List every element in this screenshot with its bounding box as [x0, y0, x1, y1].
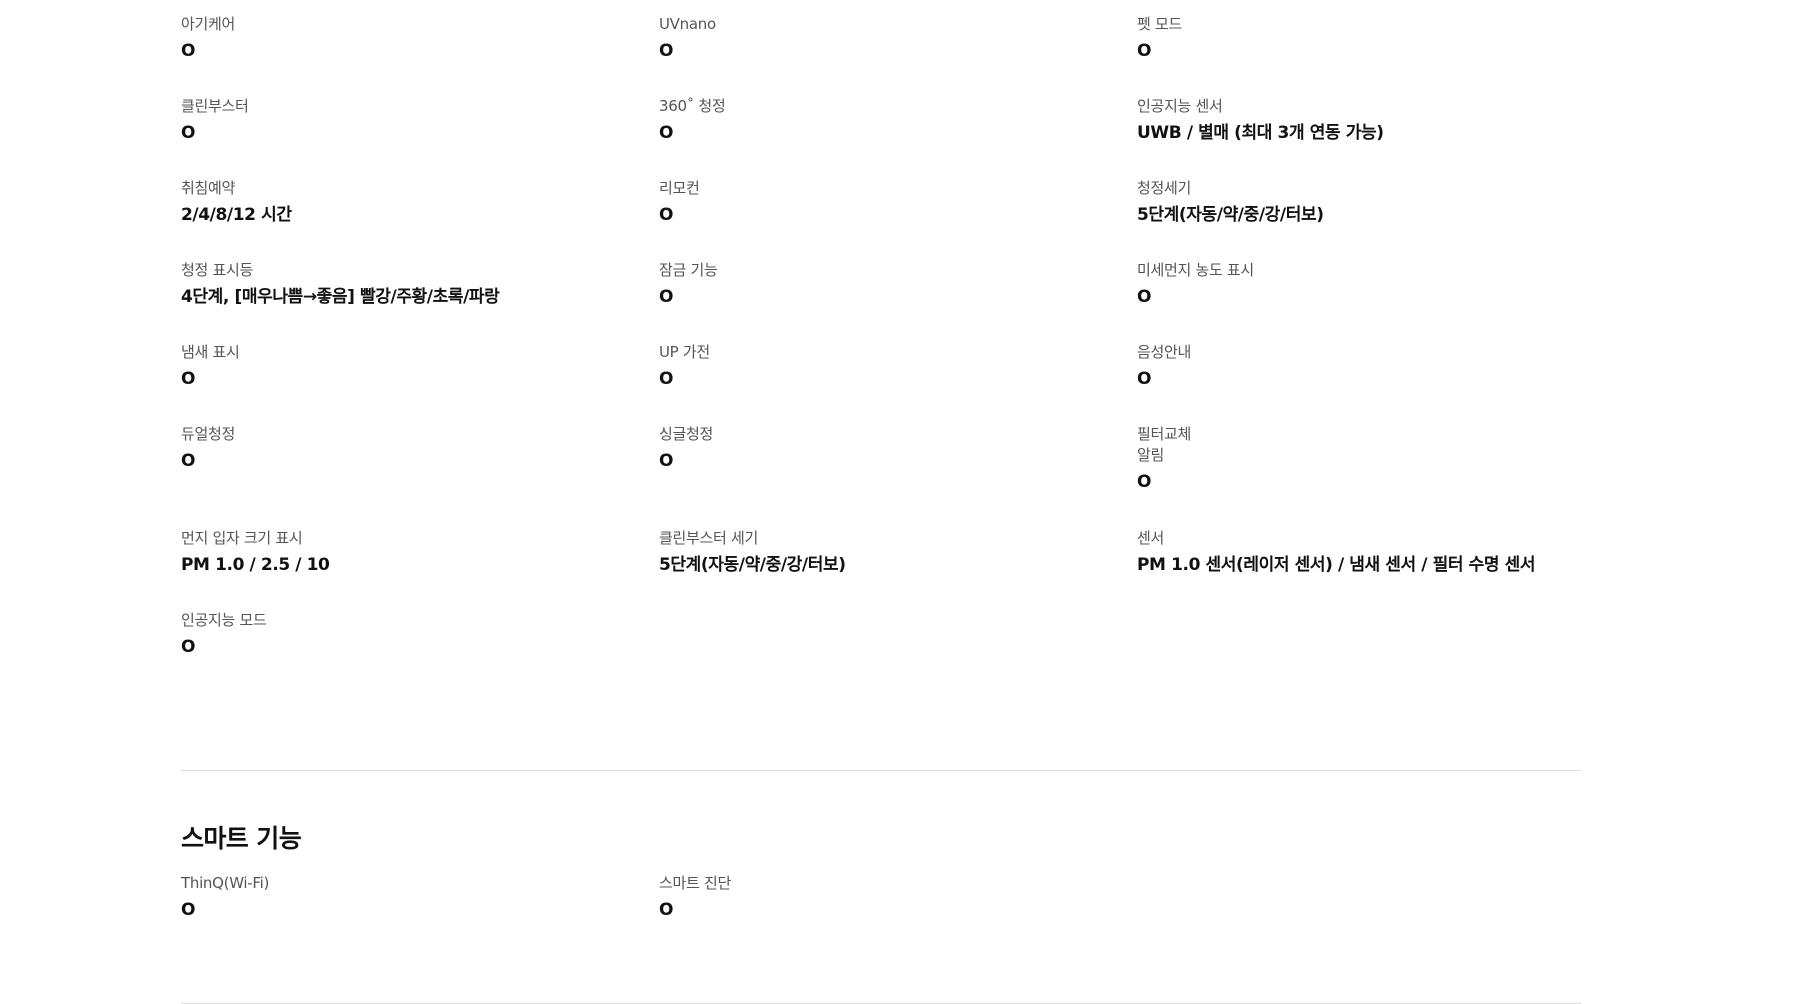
- spec-item: 센서 PM 1.0 센서(레이저 센서) / 냄새 센서 / 필터 수명 센서: [1137, 528, 1581, 610]
- spec-value: 5단계(자동/약/중/강/터보): [1137, 205, 1324, 225]
- spec-label: 스마트 진단: [659, 874, 731, 892]
- spec-item: 먼지 입자 크기 표시 PM 1.0 / 2.5 / 10: [181, 528, 659, 610]
- spec-label: 센서: [1137, 529, 1165, 547]
- spec-item: 펫 모드 O: [1137, 14, 1581, 96]
- spec-label: 청정세기: [1137, 179, 1192, 197]
- spec-value: O: [1137, 287, 1152, 307]
- spec-label: 아기케어: [181, 15, 236, 33]
- spec-value: O: [659, 205, 674, 225]
- spec-label: 음성안내: [1137, 343, 1192, 361]
- spec-container: 아기케어 O UVnano O 펫 모드 O 클린부스터 O 360˚ 청정 O 인공지능 센서 UW…: [181, 0, 1581, 1004]
- spec-value: O: [659, 451, 674, 471]
- spec-label: UVnano: [659, 15, 716, 33]
- spec-label: 미세먼지 농도 표시: [1137, 261, 1254, 279]
- spec-item: UP 가전 O: [659, 342, 1137, 424]
- spec-item: 청정세기 5단계(자동/약/중/강/터보): [1137, 178, 1581, 260]
- spec-label: 취침예약: [181, 179, 236, 197]
- spec-value: O: [181, 637, 196, 657]
- spec-item: 아기케어 O: [181, 14, 659, 96]
- spec-value: PM 1.0 / 2.5 / 10: [181, 555, 330, 575]
- spec-label: 먼지 입자 크기 표시: [181, 529, 303, 547]
- spec-label: 인공지능 센서: [1137, 97, 1223, 115]
- spec-item: 싱글청정 O: [659, 424, 1137, 528]
- spec-value: O: [659, 900, 674, 920]
- spec-value: 5단계(자동/약/중/강/터보): [659, 555, 846, 575]
- spec-label: 냄새 표시: [181, 343, 240, 361]
- spec-item: UVnano O: [659, 14, 1137, 96]
- spec-grid: 아기케어 O UVnano O 펫 모드 O 클린부스터 O 360˚ 청정 O 인공지능 센서 UW…: [181, 0, 1581, 692]
- spec-item: 스마트 진단 O: [659, 873, 1137, 955]
- spec-value: O: [181, 123, 196, 143]
- spec-value: O: [659, 41, 674, 61]
- spec-value: O: [181, 41, 196, 61]
- spec-item: 미세먼지 농도 표시 O: [1137, 260, 1581, 342]
- section-title-smart: 스마트 기능: [181, 824, 302, 853]
- spec-item: 360˚ 청정 O: [659, 96, 1137, 178]
- spec-item: 듀얼청정 O: [181, 424, 659, 528]
- spec-value: UWB / 별매 (최대 3개 연동 가능): [1137, 123, 1384, 143]
- spec-value: O: [181, 451, 196, 471]
- spec-value: PM 1.0 센서(레이저 센서) / 냄새 센서 / 필터 수명 센서: [1137, 555, 1536, 575]
- spec-value: O: [181, 900, 196, 920]
- spec-label: 잠금 기능: [659, 261, 718, 279]
- spec-item: 냄새 표시 O: [181, 342, 659, 424]
- spec-label: 360˚ 청정: [659, 97, 726, 115]
- spec-label: 리모컨: [659, 179, 700, 197]
- spec-value: O: [181, 369, 196, 389]
- spec-item: ThinQ(Wi-Fi) O: [181, 873, 659, 955]
- spec-value: O: [659, 287, 674, 307]
- spec-label: 청정 표시등: [181, 261, 253, 279]
- spec-label: 듀얼청정: [181, 425, 236, 443]
- spec-label: 인공지능 모드: [181, 611, 267, 629]
- spec-item: 청정 표시등 4단계, [매우나쁨→좋음] 빨강/주황/초록/파랑: [181, 260, 659, 342]
- spec-value: O: [659, 123, 674, 143]
- spec-value: 4단계, [매우나쁨→좋음] 빨강/주황/초록/파랑: [181, 287, 500, 307]
- spec-label: 클린부스터 세기: [659, 529, 758, 547]
- spec-item: 필터교체 알림 O: [1137, 424, 1581, 528]
- spec-item: 클린부스터 O: [181, 96, 659, 178]
- smart-grid: ThinQ(Wi-Fi) O 스마트 진단 O: [181, 873, 1581, 955]
- spec-item: 취침예약 2/4/8/12 시간: [181, 178, 659, 260]
- spec-label: 펫 모드: [1137, 15, 1182, 33]
- spec-label: 클린부스터: [181, 97, 249, 115]
- spec-value: O: [1137, 472, 1152, 492]
- section-divider: [181, 770, 1581, 771]
- spec-item: 인공지능 모드 O: [181, 610, 659, 692]
- spec-value: O: [1137, 369, 1152, 389]
- spec-label: ThinQ(Wi-Fi): [181, 874, 270, 892]
- spec-item: 클린부스터 세기 5단계(자동/약/중/강/터보): [659, 528, 1137, 610]
- spec-label: 필터교체 알림: [1137, 425, 1192, 464]
- spec-item: 잠금 기능 O: [659, 260, 1137, 342]
- spec-item: 인공지능 센서 UWB / 별매 (최대 3개 연동 가능): [1137, 96, 1581, 178]
- spec-item: 음성안내 O: [1137, 342, 1581, 424]
- spec-item: 리모컨 O: [659, 178, 1137, 260]
- spec-value: O: [1137, 41, 1152, 61]
- spec-value: 2/4/8/12 시간: [181, 205, 292, 225]
- spec-label: 싱글청정: [659, 425, 714, 443]
- spec-value: O: [659, 369, 674, 389]
- spec-label: UP 가전: [659, 343, 710, 361]
